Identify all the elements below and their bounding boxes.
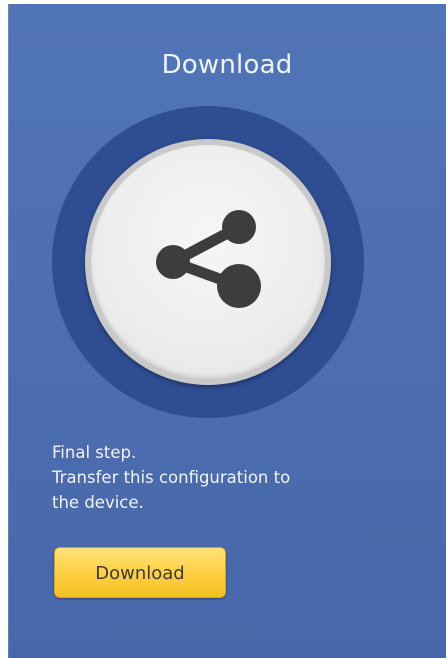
instructions-text: Final step. Transfer this configuration … [52, 440, 290, 515]
download-button[interactable]: Download [54, 547, 226, 598]
instructions-line: the device. [52, 493, 144, 512]
instructions-line: Transfer this configuration to [52, 468, 291, 487]
window-frame: Download Final step. Transfer this confi… [0, 0, 446, 658]
page-title: Download [161, 50, 293, 80]
download-panel: Download Final step. Transfer this confi… [8, 4, 446, 658]
icon-disc-border [85, 139, 331, 385]
share-icon [156, 210, 261, 308]
instructions-line: Final step. [52, 443, 137, 462]
icon-disc [91, 145, 325, 379]
icon-ring [52, 106, 364, 418]
